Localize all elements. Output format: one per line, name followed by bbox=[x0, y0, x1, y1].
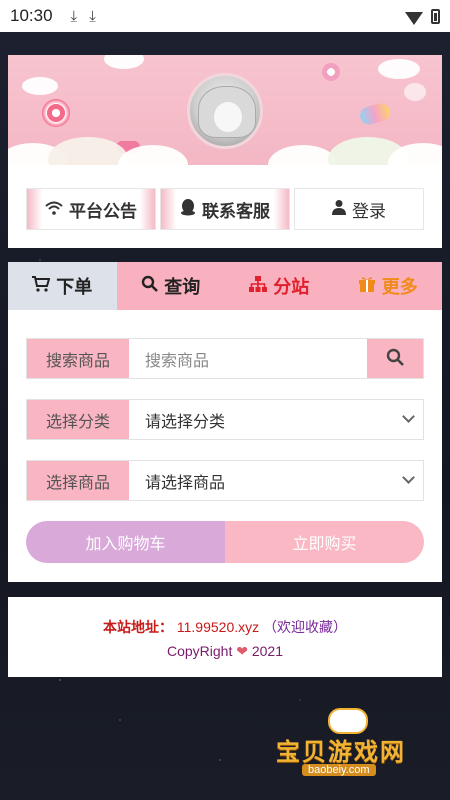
cloud-decoration bbox=[104, 55, 144, 69]
search-input[interactable]: 搜索商品 bbox=[129, 339, 367, 378]
copyright-line: CopyRight ❤ 2021 bbox=[8, 643, 442, 660]
header-tabs: 平台公告 联系客服 登录 bbox=[26, 188, 424, 230]
tab-query[interactable]: 查询 bbox=[116, 262, 225, 310]
site-address-suffix: （欢迎收藏） bbox=[263, 619, 348, 635]
speech-bubble-decoration bbox=[404, 83, 426, 101]
chevron-down-icon bbox=[402, 410, 415, 423]
gamepad-icon bbox=[328, 708, 368, 734]
tab-more-label: 更多 bbox=[381, 277, 418, 298]
avatar-face bbox=[214, 102, 242, 132]
site-address-link[interactable]: 11.99520.xyz bbox=[177, 619, 259, 635]
gift-icon bbox=[358, 275, 376, 298]
product-select-value: 请选择商品 bbox=[145, 472, 226, 492]
category-select[interactable]: 请选择分类 bbox=[129, 400, 423, 439]
customer-service-button[interactable]: 联系客服 bbox=[160, 188, 290, 230]
tab-order[interactable]: 下单 bbox=[8, 262, 117, 310]
announcement-button[interactable]: 平台公告 bbox=[26, 188, 156, 230]
wifi-icon bbox=[405, 11, 423, 25]
product-select[interactable]: 请选择商品 bbox=[129, 461, 423, 500]
watermark-logo: 宝贝游戏网 baobeiy.com bbox=[272, 708, 442, 778]
tab-more[interactable]: 更多 bbox=[333, 262, 442, 310]
login-label: 登录 bbox=[352, 201, 386, 222]
sitemap-icon bbox=[249, 275, 268, 297]
add-to-cart-button[interactable]: 加入购物车 bbox=[26, 521, 225, 563]
category-row: 选择分类 请选择分类 bbox=[26, 399, 424, 440]
wifi-icon bbox=[45, 200, 63, 219]
product-label: 选择商品 bbox=[27, 461, 129, 500]
lollipop-decoration bbox=[42, 99, 70, 127]
qq-icon bbox=[180, 198, 196, 220]
site-address-label: 本站地址： bbox=[102, 619, 173, 635]
search-row: 搜索商品 搜索商品 bbox=[26, 338, 424, 379]
search-icon bbox=[141, 275, 159, 297]
site-address-line: 本站地址： 11.99520.xyz （欢迎收藏） bbox=[8, 617, 442, 637]
cart-icon bbox=[32, 275, 51, 297]
candy-decoration bbox=[358, 101, 392, 127]
customer-service-label: 联系客服 bbox=[202, 201, 270, 222]
user-icon bbox=[332, 199, 346, 219]
footer-card: 本站地址： 11.99520.xyz （欢迎收藏） CopyRight ❤ 20… bbox=[8, 597, 442, 677]
header-card: 平台公告 联系客服 登录 bbox=[8, 55, 442, 248]
download-icon: ⤓ bbox=[89, 7, 96, 25]
search-label: 搜索商品 bbox=[27, 339, 129, 378]
avatar[interactable] bbox=[187, 73, 263, 149]
lollipop-decoration bbox=[322, 63, 340, 81]
tab-substation-label: 分站 bbox=[273, 277, 310, 298]
copyright-year: 2021 bbox=[251, 643, 284, 659]
watermark-url: baobeiy.com bbox=[302, 764, 376, 776]
search-button[interactable] bbox=[367, 339, 423, 378]
category-select-value: 请选择分类 bbox=[145, 411, 226, 431]
main-nav: 下单 查询 分站 更多 bbox=[8, 262, 442, 310]
cloud-decoration bbox=[22, 77, 58, 95]
copyright-text: CopyRight bbox=[166, 643, 233, 659]
watermark-text: 宝贝游戏网 bbox=[276, 738, 406, 766]
chevron-down-icon bbox=[402, 471, 415, 484]
download-icon: ⤓ bbox=[70, 7, 78, 25]
category-label: 选择分类 bbox=[27, 400, 129, 439]
heart-icon: ❤ bbox=[236, 643, 248, 659]
tab-substation[interactable]: 分站 bbox=[225, 262, 334, 310]
tab-query-label: 查询 bbox=[164, 277, 201, 298]
status-time: 10:30 bbox=[10, 6, 53, 25]
login-button[interactable]: 登录 bbox=[294, 188, 424, 230]
action-buttons: 加入购物车 立即购买 bbox=[26, 521, 424, 563]
battery-icon bbox=[431, 8, 440, 24]
buy-now-button[interactable]: 立即购买 bbox=[225, 521, 424, 563]
status-bar: 10:30 ⤓ ⤓ bbox=[0, 0, 450, 32]
announcement-label: 平台公告 bbox=[69, 201, 137, 222]
search-icon bbox=[386, 348, 404, 370]
order-form: 搜索商品 搜索商品 选择分类 请选择分类 选择商品 请选择商品 加入购物车 立即… bbox=[26, 338, 424, 563]
cloud-decoration bbox=[378, 59, 420, 79]
order-card: 下单 查询 分站 更多 搜索商品 搜索商品 选择分类 请选择分类 选择商品 请选… bbox=[8, 262, 442, 582]
product-row: 选择商品 请选择商品 bbox=[26, 460, 424, 501]
tab-order-label: 下单 bbox=[56, 277, 93, 298]
